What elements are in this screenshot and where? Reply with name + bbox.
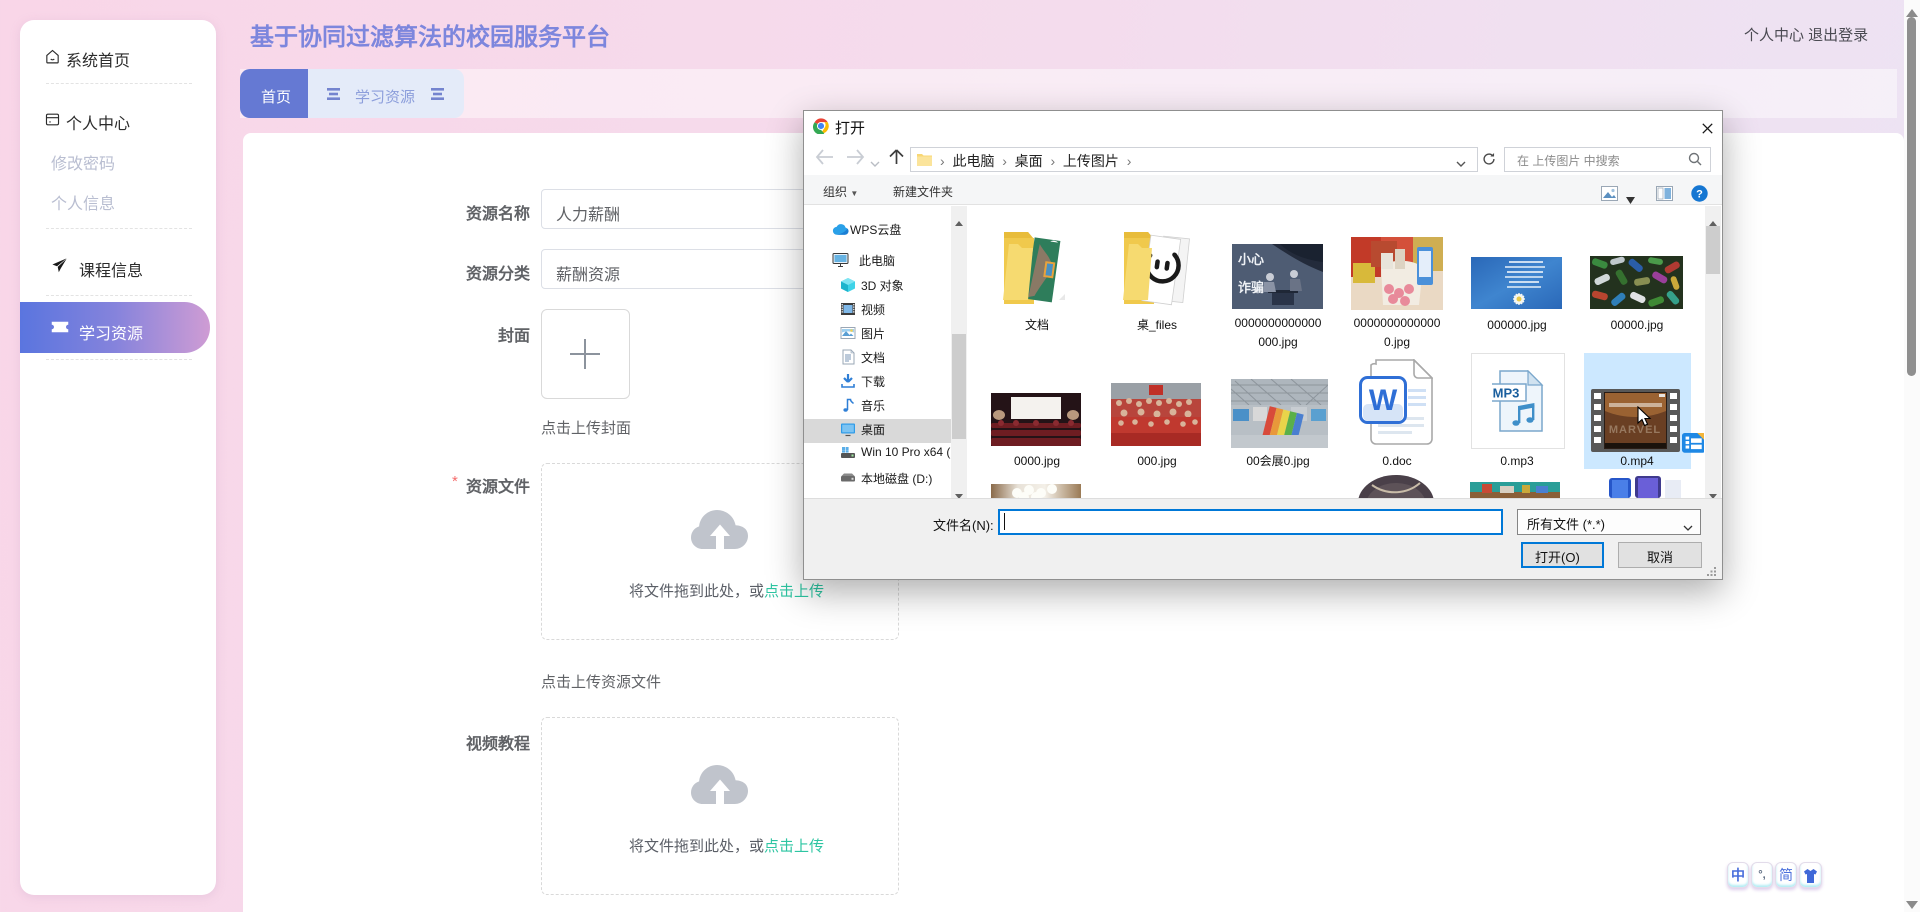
svg-text:诈骗: 诈骗 xyxy=(1238,280,1264,295)
svg-text:MP3: MP3 xyxy=(1493,386,1520,401)
svg-text:W: W xyxy=(1369,384,1398,417)
svg-text:?: ? xyxy=(1696,188,1703,200)
svg-text:MARVEL: MARVEL xyxy=(1609,424,1661,436)
svg-text:小心: 小心 xyxy=(1238,252,1264,267)
